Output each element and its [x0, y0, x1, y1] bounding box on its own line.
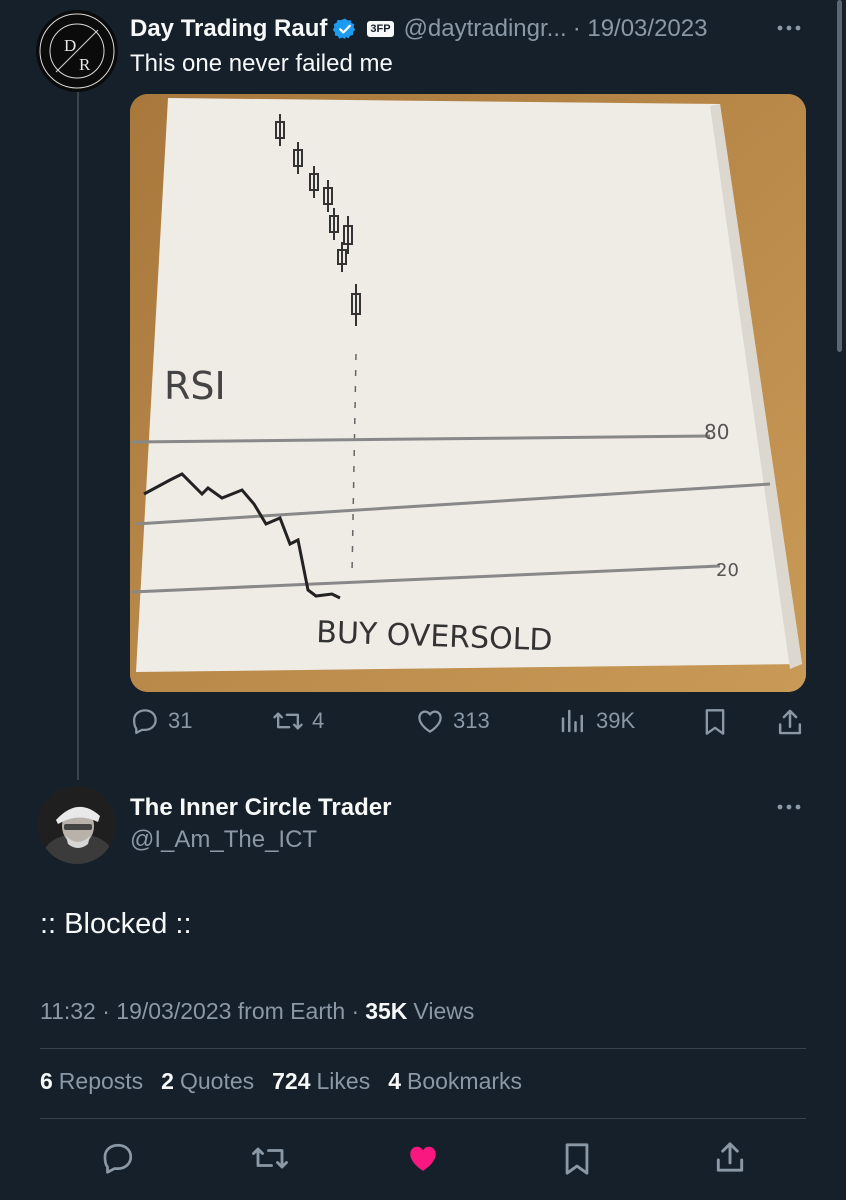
divider	[40, 1118, 806, 1119]
reply-count: 31	[168, 708, 193, 733]
day-trading-rauf-logo: D R	[39, 13, 115, 89]
tweet-image[interactable]: RSI 80 20 BUY OVERSOLD	[130, 94, 806, 692]
verified-badge-icon	[333, 18, 356, 39]
like-button[interactable]: 313	[415, 706, 490, 736]
like-count: 313	[453, 708, 490, 733]
bookmark-icon	[705, 709, 725, 735]
liked-button[interactable]	[404, 1140, 442, 1181]
liked-heart-icon	[410, 1146, 436, 1171]
rsi-level-low: 20	[716, 560, 739, 581]
rsi-level-high: 80	[704, 420, 729, 444]
views-icon	[561, 709, 583, 733]
reply-timestamp[interactable]: 11:32 · 19/03/2023 from Earth ·	[40, 998, 359, 1025]
ict-profile-photo	[38, 786, 116, 864]
reposts-stat[interactable]: 6 Reposts	[40, 1068, 143, 1095]
reply-author-name[interactable]: The Inner Circle Trader	[130, 794, 391, 822]
repost-icon	[273, 712, 303, 730]
share-icon	[716, 1142, 744, 1172]
avatar-letter-d: D	[64, 36, 76, 55]
repost-button[interactable]: 4	[272, 706, 324, 736]
likes-label: Likes	[316, 1068, 371, 1094]
bookmark-icon	[565, 1143, 589, 1175]
repost-action-button[interactable]	[250, 1140, 290, 1181]
rsi-handwritten-label: RSI	[164, 364, 226, 408]
reposts-label: Reposts	[58, 1068, 144, 1094]
engagement-stats: 6 Reposts 2 Quotes 724 Likes 4 Bookmarks	[40, 1068, 522, 1095]
tweet-text: This one never failed me	[130, 50, 393, 77]
likes-stat[interactable]: 724 Likes	[272, 1068, 370, 1095]
bookmarks-count: 4	[388, 1068, 401, 1094]
thread-connector-line	[77, 84, 79, 780]
quotes-stat[interactable]: 2 Quotes	[161, 1068, 254, 1095]
bookmark-button[interactable]	[701, 706, 729, 743]
reply-text: :: Blocked ::	[40, 908, 192, 940]
reply-button[interactable]: 31	[130, 706, 192, 736]
likes-count: 724	[272, 1068, 311, 1094]
reply-action-button[interactable]	[100, 1140, 136, 1181]
share-button[interactable]	[775, 706, 805, 743]
bookmark-action-button[interactable]	[560, 1140, 594, 1183]
reply-author-handle[interactable]: @I_Am_The_ICT	[130, 826, 317, 854]
reply-author-avatar[interactable]	[38, 786, 116, 864]
rsi-sketch-drawing: RSI 80 20 BUY OVERSOLD	[130, 94, 806, 692]
views-button[interactable]: 39K	[558, 706, 635, 736]
reply-views-count: 35K	[365, 998, 408, 1024]
like-icon	[418, 710, 442, 733]
divider	[40, 1048, 806, 1049]
share-action-button[interactable]	[712, 1138, 748, 1181]
author-avatar[interactable]: D R	[36, 10, 118, 92]
reply-more-icon[interactable]	[775, 797, 803, 822]
repost-count: 4	[312, 708, 325, 733]
quotes-label: Quotes	[179, 1068, 255, 1094]
views-count: 39K	[596, 708, 636, 733]
tweet-date[interactable]: · 19/03/2023	[573, 15, 708, 43]
bookmarks-label: Bookmarks	[407, 1068, 523, 1094]
author-handle[interactable]: @daytradingr...	[404, 15, 567, 43]
reply-icon	[133, 709, 157, 734]
quotes-count: 2	[161, 1068, 174, 1094]
repost-icon	[252, 1147, 288, 1169]
author-name[interactable]: Day Trading Rauf	[130, 15, 327, 43]
reply-icon	[103, 1143, 133, 1174]
reply-timestamp-row: 11:32 · 19/03/2023 from Earth · 35K View…	[40, 998, 474, 1025]
affiliate-badge: 3FP	[367, 21, 394, 37]
share-icon	[778, 709, 802, 735]
reposts-count: 6	[40, 1068, 53, 1094]
more-icon[interactable]	[775, 18, 803, 43]
tweet-header: Day Trading Rauf 3FP @daytradingr... · 1…	[130, 12, 707, 46]
bookmarks-stat[interactable]: 4 Bookmarks	[388, 1068, 522, 1095]
avatar-letter-r: R	[79, 55, 91, 74]
scrollbar[interactable]	[837, 0, 842, 352]
reply-views-label: Views	[413, 998, 475, 1024]
